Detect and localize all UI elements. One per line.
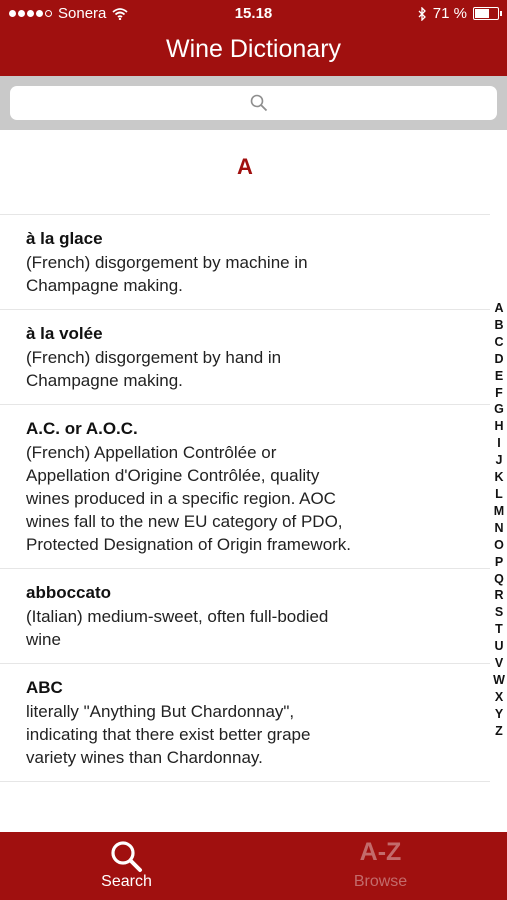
entry-definition: (Italian) medium-sweet, often full-bodie… bbox=[26, 607, 329, 649]
entry-definition: (French) Appellation Contrôlée or Appell… bbox=[26, 443, 352, 554]
index-letter[interactable]: N bbox=[491, 520, 507, 537]
battery-icon bbox=[473, 7, 502, 20]
entry-term: à la volée bbox=[26, 324, 103, 343]
battery-percent: 71 % bbox=[432, 5, 467, 22]
entry-definition: literally "Anything But Chardonnay", ind… bbox=[26, 702, 311, 767]
status-bar: Sonera 15.18 71 % bbox=[0, 0, 507, 26]
search-box[interactable] bbox=[10, 86, 501, 122]
index-letter[interactable]: C bbox=[491, 334, 507, 351]
index-letter[interactable]: X bbox=[491, 689, 507, 706]
list-item[interactable]: à la volée (French) disgorgement by hand… bbox=[0, 310, 490, 405]
nav-bar: Wine Dictionary bbox=[0, 26, 507, 76]
entry-term: abboccato bbox=[26, 583, 112, 602]
entry-term: à la glace bbox=[26, 229, 103, 248]
tab-browse-label: Browse bbox=[353, 873, 408, 890]
index-letter[interactable]: I bbox=[491, 435, 507, 452]
entry-term: A.C. or A.O.C. bbox=[26, 419, 138, 438]
list-item[interactable]: abboccato (Italian) medium-sweet, often … bbox=[0, 569, 490, 664]
search-icon bbox=[250, 94, 268, 112]
list-item[interactable]: A.C. or A.O.C. (French) Appellation Cont… bbox=[0, 405, 490, 569]
index-letter[interactable]: Y bbox=[491, 706, 507, 723]
tab-bar: Search A-Z Browse bbox=[0, 832, 507, 900]
index-letter[interactable]: H bbox=[491, 418, 507, 435]
index-letter[interactable]: Z bbox=[491, 723, 507, 740]
index-letter[interactable]: L bbox=[491, 486, 507, 503]
entry-definition: (French) disgorgement by machine in Cham… bbox=[26, 253, 308, 295]
index-letter[interactable]: A bbox=[491, 300, 507, 317]
index-letter[interactable]: J bbox=[491, 452, 507, 469]
index-letter[interactable]: K bbox=[491, 469, 507, 486]
status-right: 71 % bbox=[418, 5, 502, 22]
list-item[interactable]: à la glace (French) disgorgement by mach… bbox=[0, 215, 490, 310]
index-letter[interactable]: O bbox=[491, 537, 507, 554]
index-letter[interactable]: W bbox=[491, 672, 507, 689]
index-letter[interactable]: F bbox=[491, 385, 507, 402]
index-letter[interactable]: E bbox=[491, 368, 507, 385]
page-title: Wine Dictionary bbox=[165, 35, 342, 63]
az-icon: A-Z bbox=[359, 838, 402, 866]
index-letter[interactable]: T bbox=[491, 621, 507, 638]
bluetooth-icon bbox=[418, 6, 426, 21]
index-letter[interactable]: D bbox=[491, 351, 507, 368]
alphabet-index[interactable]: ABCDEFGHIJKLMNOPQRSTUVWXYZ bbox=[491, 300, 507, 740]
list-item[interactable]: ABC literally "Anything But Chardonnay",… bbox=[0, 664, 490, 782]
index-letter[interactable]: S bbox=[491, 604, 507, 621]
index-letter[interactable]: Q bbox=[491, 571, 507, 588]
dictionary-list[interactable]: A à la glace (French) disgorgement by ma… bbox=[0, 130, 490, 832]
index-letter[interactable]: V bbox=[491, 655, 507, 672]
tab-search[interactable]: Search bbox=[0, 832, 253, 900]
index-letter[interactable]: M bbox=[491, 503, 507, 520]
section-header: A bbox=[0, 130, 490, 215]
index-letter[interactable]: G bbox=[491, 401, 507, 418]
index-letter[interactable]: B bbox=[491, 317, 507, 334]
entry-definition: (French) disgorgement by hand in Champag… bbox=[26, 348, 282, 390]
index-letter[interactable]: R bbox=[491, 587, 507, 604]
tab-browse[interactable]: A-Z Browse bbox=[254, 832, 507, 900]
entry-term: ABC bbox=[26, 678, 63, 697]
search-bar bbox=[0, 76, 507, 130]
search-icon bbox=[111, 841, 142, 872]
tab-search-label: Search bbox=[101, 873, 152, 890]
index-letter[interactable]: P bbox=[491, 554, 507, 571]
index-letter[interactable]: U bbox=[491, 638, 507, 655]
